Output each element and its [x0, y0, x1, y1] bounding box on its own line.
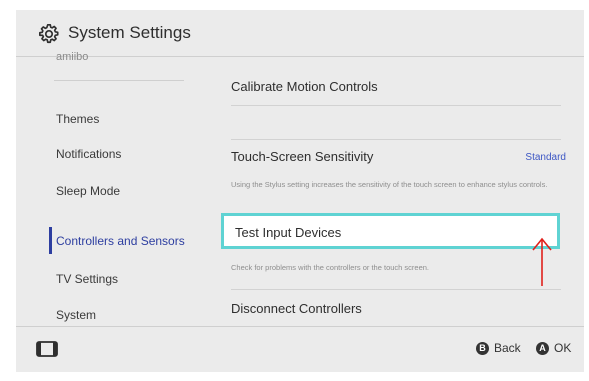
calibrate-motion-controls-item[interactable]: Calibrate Motion Controls — [231, 79, 378, 94]
test-input-devices-item[interactable]: Test Input Devices — [221, 213, 560, 249]
row-divider — [231, 289, 561, 290]
settings-panel: System Settings amiibo Themes Notificati… — [16, 10, 584, 372]
back-button[interactable]: B Back — [476, 341, 521, 355]
test-input-devices-description: Check for problems with the controllers … — [231, 263, 430, 272]
row-divider — [231, 139, 561, 140]
touch-screen-sensitivity-description: Using the Stylus setting increases the s… — [231, 180, 548, 189]
row-divider — [231, 105, 561, 106]
sidebar-item-system[interactable]: System — [56, 308, 96, 322]
header: System Settings — [16, 10, 584, 57]
test-input-devices-label: Test Input Devices — [235, 225, 342, 240]
ok-label: OK — [554, 341, 572, 355]
sidebar-item-controllers-and-sensors[interactable]: Controllers and Sensors — [56, 234, 185, 248]
a-button-icon: A — [536, 341, 549, 355]
sensitivity-value: Standard — [525, 152, 566, 163]
sidebar-item-themes[interactable]: Themes — [56, 112, 99, 126]
sidebar-item-notifications[interactable]: Notifications — [56, 147, 121, 161]
sidebar: amiibo Themes Notifications Sleep Mode C… — [16, 52, 216, 325]
console-icon — [36, 341, 58, 357]
disconnect-controllers-item[interactable]: Disconnect Controllers — [231, 301, 362, 316]
sidebar-item-sleep-mode[interactable]: Sleep Mode — [56, 184, 120, 198]
arrow-annotation-icon — [532, 237, 552, 286]
footer: B Back A OK — [16, 326, 584, 373]
ok-button[interactable]: A OK — [536, 341, 571, 355]
sidebar-item-tv-settings[interactable]: TV Settings — [56, 272, 118, 286]
page-title: System Settings — [68, 23, 191, 42]
active-indicator — [49, 227, 52, 254]
sidebar-item-amiibo[interactable]: amiibo — [56, 52, 88, 60]
b-button-icon: B — [476, 341, 489, 355]
touch-screen-sensitivity-item[interactable]: Touch-Screen Sensitivity — [231, 149, 373, 164]
sidebar-divider — [54, 80, 184, 81]
back-label: Back — [494, 341, 521, 355]
gear-icon — [39, 24, 59, 44]
